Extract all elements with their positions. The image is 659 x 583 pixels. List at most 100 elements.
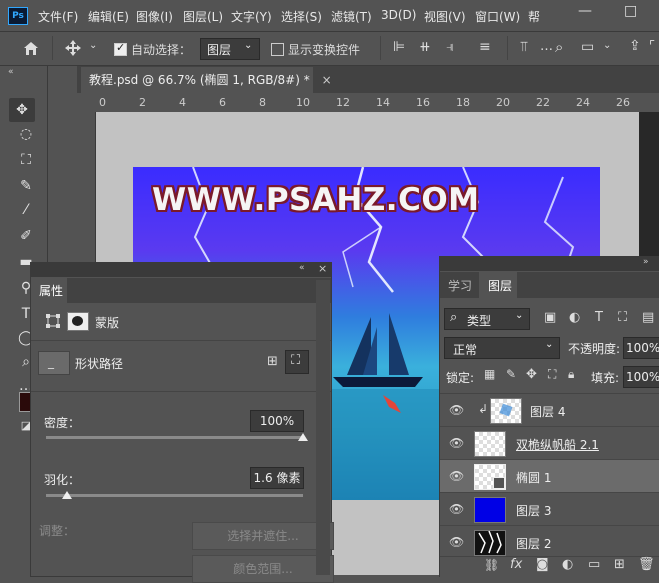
lasso-tool-icon[interactable]: ◌ xyxy=(16,124,36,144)
menu-edit[interactable]: 编辑(E) xyxy=(88,8,129,25)
properties-panel: « × 属性 ≡ 蒙版 _ 形状路径 ⊞ ⛶ 密度： 100% 羽化： 1.6 … xyxy=(30,262,334,583)
vector-mask-icon[interactable] xyxy=(46,314,60,328)
density-field[interactable]: 100% xyxy=(250,410,304,432)
layer-thumbnail xyxy=(490,398,522,424)
lock-position-icon[interactable]: ✥ xyxy=(526,367,537,382)
density-slider-track[interactable] xyxy=(46,436,303,439)
layer-filter-dropdown[interactable]: ⌕ 类型 ⌄ xyxy=(444,308,530,330)
options-bar: ⌄ 自动选择： 图层 ⌄ 显示变换控件 ⊫ ⧺ ⫣ ≡ ⫪ … ⌕ ▭ ⌄ ⇪ … xyxy=(0,32,659,66)
eye-icon[interactable]: 👁︎ xyxy=(449,436,464,450)
filter-smart-object-icon[interactable]: ▤ xyxy=(642,310,654,325)
move-tool-icon[interactable]: ✥ xyxy=(12,100,32,120)
layer-name: 图层 3 xyxy=(516,504,552,518)
add-mask-icon[interactable]: ⊞ xyxy=(267,354,278,369)
tab-properties[interactable]: 属性 xyxy=(39,282,63,299)
collapse-icon[interactable]: « xyxy=(299,263,305,273)
minimize-button[interactable]: — xyxy=(578,3,592,19)
collapse-icon[interactable]: » xyxy=(643,257,649,267)
distribute-icon[interactable]: ≡ xyxy=(479,39,491,55)
eyedropper-tool-icon[interactable]: ✎ xyxy=(16,176,36,196)
filter-type-icon[interactable]: T xyxy=(595,310,603,325)
align-center-icon[interactable]: ⧺ xyxy=(419,39,431,55)
layer-row[interactable]: 👁︎ 图层 2 xyxy=(440,526,659,559)
select-shape-icon[interactable]: ⛶ xyxy=(285,350,309,374)
menu-filter[interactable]: 滤镜(T) xyxy=(331,8,372,25)
ruler-mark: 18 xyxy=(456,96,470,109)
menu-image[interactable]: 图像(I) xyxy=(136,8,173,25)
collapse-icon[interactable]: « xyxy=(8,67,14,77)
feather-field[interactable]: 1.6 像素 xyxy=(250,467,304,489)
opacity-field[interactable]: 100% xyxy=(623,337,659,359)
menu-file[interactable]: 文件(F) xyxy=(38,8,78,25)
new-layer-icon[interactable]: ⊞ xyxy=(614,557,625,572)
menu-view[interactable]: 视图(V) xyxy=(424,8,466,25)
section-label: 形状路径 xyxy=(75,357,124,371)
align-left-icon[interactable]: ⊫ xyxy=(393,39,405,55)
menu-help[interactable]: 帮 xyxy=(528,8,540,25)
healing-tool-icon[interactable]: ✐ xyxy=(16,226,36,246)
tab-learn[interactable]: 学习 xyxy=(448,277,472,294)
feather-slider-thumb[interactable] xyxy=(61,491,72,499)
color-range-button[interactable]: 颜色范围... xyxy=(192,555,334,583)
align-top-icon[interactable]: ⫪ xyxy=(520,39,528,55)
filter-adjustment-icon[interactable]: ◐ xyxy=(569,310,580,325)
adjustment-layer-icon[interactable]: ◐ xyxy=(562,557,573,572)
share-icon[interactable]: ⇪ xyxy=(629,38,641,54)
search-icon[interactable]: ⌕ xyxy=(555,38,563,56)
show-transform-checkbox[interactable] xyxy=(271,43,284,56)
layer-thumbnail xyxy=(474,464,506,490)
move-tool-icon[interactable] xyxy=(64,39,82,57)
layer-name: 图层 2 xyxy=(516,537,552,551)
feather-slider-track[interactable] xyxy=(46,494,303,497)
properties-scrollbar[interactable] xyxy=(316,280,330,575)
trash-icon[interactable]: 🗑︎ xyxy=(638,557,655,572)
link-icon[interactable]: ⛓︎ xyxy=(484,558,499,572)
menu-type[interactable]: 文字(Y) xyxy=(231,8,272,25)
menu-select[interactable]: 选择(S) xyxy=(281,8,322,25)
layer-row[interactable]: 👁︎ 图层 3 xyxy=(440,493,659,526)
align-right-icon[interactable]: ⫣ xyxy=(446,39,454,55)
crop-tool-icon[interactable]: ⛶ xyxy=(16,150,36,170)
close-icon[interactable]: × xyxy=(318,262,327,275)
brush-tool-icon[interactable]: ⁄ xyxy=(16,200,36,220)
lock-all-icon[interactable]: 🔒︎ xyxy=(568,367,574,382)
auto-select-target-dropdown[interactable]: 图层 ⌄ xyxy=(200,38,260,60)
expand-icon[interactable]: ⌜ xyxy=(649,39,655,54)
filter-pixel-icon[interactable]: ▣ xyxy=(544,310,556,325)
chevron-down-icon[interactable]: ⌄ xyxy=(89,40,97,51)
lock-artboard-icon[interactable]: ⛶ xyxy=(548,367,556,382)
fill-field[interactable]: 100% xyxy=(623,366,659,388)
filter-shape-icon[interactable]: ⛶ xyxy=(618,310,627,325)
fx-icon[interactable]: fx xyxy=(510,557,522,572)
chevron-down-icon[interactable]: ⌄ xyxy=(603,40,611,51)
document-tab[interactable]: 教程.psd @ 66.7% (椭圆 1, RGB/8#) * × xyxy=(81,67,332,93)
more-options-icon[interactable]: … xyxy=(540,39,553,54)
clipping-arrow-icon: ↲ xyxy=(478,402,489,416)
close-icon[interactable]: × xyxy=(322,73,332,87)
tab-layers[interactable]: 图层 xyxy=(488,277,512,294)
shape-mask-thumbnail[interactable]: _ xyxy=(38,351,70,375)
auto-select-checkbox[interactable] xyxy=(114,41,127,56)
home-icon[interactable] xyxy=(22,40,40,56)
eye-icon[interactable]: 👁︎ xyxy=(449,403,464,417)
layer-row-selected[interactable]: 👁︎ 椭圆 1 xyxy=(440,460,659,493)
eye-icon[interactable]: 👁︎ xyxy=(449,502,464,516)
density-slider-thumb[interactable] xyxy=(298,433,308,441)
add-mask-icon[interactable]: ◙ xyxy=(536,557,549,572)
lock-brush-icon[interactable]: ✎ xyxy=(506,367,516,381)
eye-icon[interactable]: 👁︎ xyxy=(449,469,464,483)
blend-mode-dropdown[interactable]: 正常 ⌄ xyxy=(444,337,560,359)
menu-layer[interactable]: 图层(L) xyxy=(183,8,223,25)
workspace-icon[interactable]: ▭ xyxy=(581,39,594,55)
layer-row[interactable]: 👁︎ 双桅纵帆船 2.1 xyxy=(440,427,659,460)
folder-icon[interactable]: ▭ xyxy=(588,557,600,572)
maximize-button[interactable]: □ xyxy=(624,3,637,19)
select-and-mask-button[interactable]: 选择并遮住... xyxy=(192,522,334,550)
menu-3d[interactable]: 3D(D) xyxy=(381,8,416,22)
lock-transparent-icon[interactable]: ▦ xyxy=(484,367,495,381)
fill-label: 填充: xyxy=(591,371,620,385)
layer-row[interactable]: 👁︎ ↲ 图层 4 xyxy=(440,394,659,427)
eye-icon[interactable]: 👁︎ xyxy=(449,535,464,549)
pixel-mask-icon[interactable] xyxy=(67,312,89,331)
menu-window[interactable]: 窗口(W) xyxy=(475,8,520,25)
